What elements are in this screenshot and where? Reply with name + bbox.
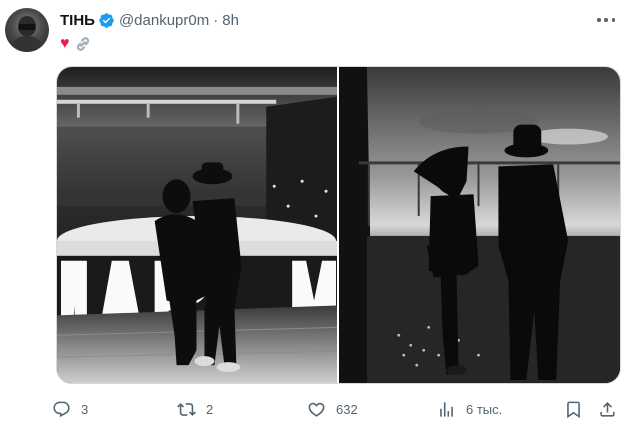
retweet-count: 2 — [206, 401, 214, 417]
views-icon — [440, 401, 453, 417]
bookmark-button[interactable] — [564, 395, 583, 423]
avatar[interactable] — [5, 8, 49, 52]
retweet-button[interactable]: 2 — [177, 395, 213, 423]
share-icon — [600, 401, 615, 417]
share-button[interactable] — [598, 395, 617, 423]
reply-count: 3 — [81, 401, 89, 417]
reply-button[interactable]: 3 — [52, 395, 88, 423]
link-emoji-icon — [76, 37, 89, 51]
tweet-actions: 3 2 632 6 тыс. — [52, 395, 624, 423]
media-grid[interactable] — [56, 66, 621, 384]
reply-icon — [53, 401, 70, 417]
separator-dot: · — [213, 11, 219, 29]
like-count: 632 — [336, 401, 358, 417]
tweet-header: ТІНЬ @dankupr0m · 8h — [60, 10, 239, 30]
author-name[interactable]: ТІНЬ — [60, 12, 95, 29]
views-count: 6 тыс. — [466, 401, 503, 417]
more-options-icon[interactable] — [597, 13, 615, 27]
tweet-timestamp[interactable]: 8h — [222, 12, 239, 29]
like-button[interactable]: 632 — [307, 395, 358, 423]
tweet-text: ♥ — [60, 35, 91, 53]
tweet: ТІНЬ @dankupr0m · 8h ♥ 3 2 632 6 тыс. — [0, 0, 637, 434]
photo-couple-rooftop-sunset[interactable] — [339, 67, 620, 383]
retweet-icon — [177, 402, 196, 416]
bookmark-icon — [567, 401, 580, 418]
author-handle[interactable]: @dankupr0m — [119, 12, 209, 29]
views-button[interactable]: 6 тыс. — [437, 395, 502, 423]
verified-badge-icon — [99, 12, 114, 28]
heart-emoji-icon: ♥ — [60, 35, 70, 52]
like-icon — [308, 402, 325, 417]
photo-couple-letters-waterfront[interactable] — [57, 67, 337, 383]
